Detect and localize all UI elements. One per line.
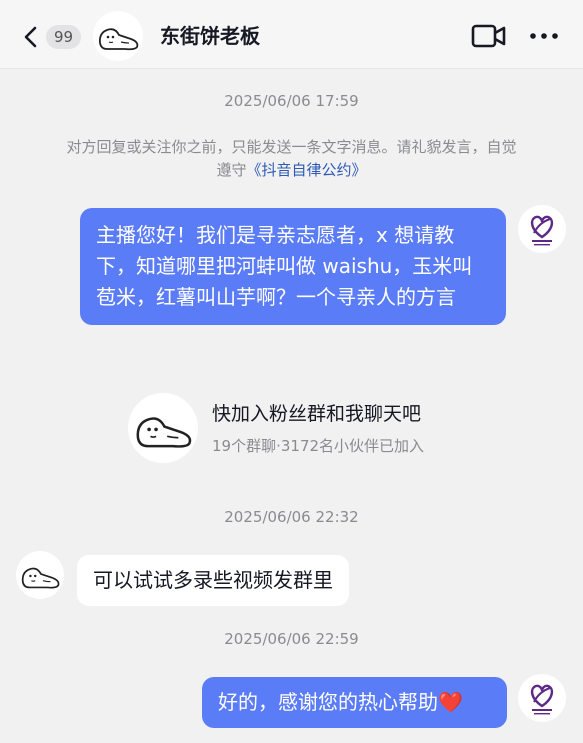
timestamp: 2025/06/06 17:59 bbox=[224, 92, 359, 110]
timestamp: 2025/06/06 22:32 bbox=[224, 508, 359, 526]
contact-name[interactable]: 东街饼老板 bbox=[160, 22, 260, 50]
fan-group-card[interactable]: 快加入粉丝群和我聊天吧 19个群聊·3172名小伙伴已加入 bbox=[128, 393, 508, 463]
video-call-button[interactable] bbox=[470, 22, 508, 50]
sent-message-bubble[interactable]: 主播您好！我们是寻亲志愿者，x 想请教下，知道哪里把河蚌叫做 waishu，玉米… bbox=[80, 208, 506, 325]
message-text: 可以试试多录些视频发群里 bbox=[93, 568, 333, 592]
message-text: 好的，感谢您的热心帮助❤️ bbox=[218, 690, 463, 714]
chat-header: 99 东街饼老板 bbox=[0, 0, 583, 69]
sleeping-character-icon bbox=[136, 417, 192, 448]
contact-avatar[interactable] bbox=[93, 11, 143, 61]
my-avatar[interactable] bbox=[518, 674, 566, 722]
message-text: 主播您好！我们是寻亲志愿者，x 想请教下，知道哪里把河蚌叫做 waishu，玉米… bbox=[96, 223, 473, 309]
sleeping-character-icon bbox=[98, 28, 139, 51]
sent-message-bubble[interactable]: 好的，感谢您的热心帮助❤️ bbox=[202, 677, 507, 728]
timestamp: 2025/06/06 22:59 bbox=[224, 630, 359, 648]
more-options-button[interactable] bbox=[528, 24, 560, 48]
volunteer-logo-icon bbox=[530, 215, 554, 246]
unread-count-badge: 99 bbox=[46, 25, 82, 49]
more-dots-icon bbox=[530, 33, 558, 39]
group-avatar bbox=[128, 393, 198, 463]
group-card-title: 快加入粉丝群和我聊天吧 bbox=[212, 403, 422, 425]
video-camera-icon bbox=[471, 24, 506, 48]
sleeping-character-icon bbox=[21, 567, 60, 589]
community-guidelines-link[interactable]: 《抖音自律公约》 bbox=[247, 161, 367, 179]
back-button[interactable]: 99 bbox=[22, 22, 86, 52]
contact-avatar[interactable] bbox=[16, 551, 64, 599]
volunteer-logo-icon bbox=[530, 684, 554, 715]
system-notice: 对方回复或关注你之前，只能发送一条文字消息。请礼貌发言，自觉遵守《抖音自律公约》 bbox=[60, 136, 523, 182]
group-card-subtitle: 19个群聊·3172名小伙伴已加入 bbox=[212, 437, 425, 455]
received-message-bubble[interactable]: 可以试试多录些视频发群里 bbox=[77, 555, 349, 606]
chevron-left-icon bbox=[24, 26, 37, 48]
my-avatar[interactable] bbox=[518, 205, 566, 253]
